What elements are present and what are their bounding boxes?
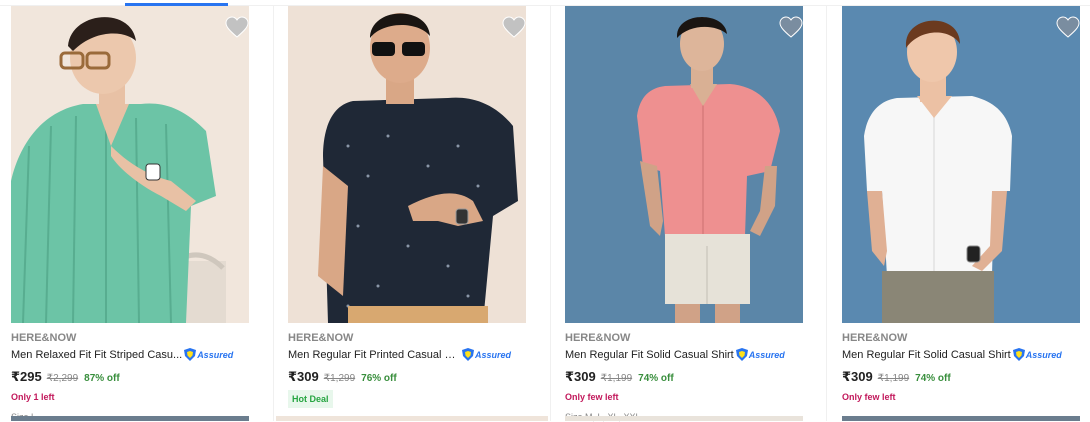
brand-name: HERE&NOW [565,332,631,344]
selling-price: ₹309 [288,369,319,384]
assured-label: Assured [197,349,234,360]
assured-badge: Assured [735,348,785,361]
wishlist-heart-icon[interactable] [779,16,803,40]
stock-status: Only few left [842,392,896,402]
wishlist-heart-icon[interactable] [502,16,526,40]
assured-shield-icon [462,348,474,361]
product-card[interactable]: HERE&NOW Men Relaxed Fit Fit Striped Cas… [11,6,249,422]
product-image[interactable] [11,6,249,323]
selling-price: ₹309 [565,369,596,384]
assured-badge: Assured [1012,348,1062,361]
hot-deal-badge: Hot Deal [288,390,333,408]
card-divider [826,6,827,421]
assured-label: Assured [1025,349,1062,360]
product-card[interactable]: HERE&NOW Men Regular Fit Solid Casual Sh… [565,6,803,422]
product-title-text[interactable]: Men Relaxed Fit Fit Striped Casu... [11,349,182,361]
next-row-image [565,416,803,421]
product-image[interactable] [288,6,526,323]
price-row: ₹309 ₹1,199 74% off [565,369,674,385]
product-image[interactable] [842,6,1080,323]
product-title-text[interactable]: Men Regular Fit Solid Casual Shirt [842,349,1011,361]
product-card[interactable]: HERE&NOW Men Regular Fit Printed Casual … [288,6,526,421]
card-divider [550,6,551,421]
assured-badge: Assured [462,348,511,361]
stock-status: Only few left [565,392,619,402]
price-row: ₹309 ₹1,299 76% off [288,369,397,385]
assured-shield-icon [184,348,197,361]
assured-shield-icon [1012,348,1025,361]
original-price: ₹1,299 [323,373,356,384]
stock-status: Only 1 left [11,392,55,402]
price-row: ₹295 ₹2,299 87% off [11,369,120,385]
selling-price: ₹309 [842,369,873,384]
discount-percent: 87% off [84,373,120,384]
assured-shield-icon [735,348,748,361]
product-title-text[interactable]: Men Regular Fit Printed Casual S... [288,349,460,361]
brand-name: HERE&NOW [11,332,77,344]
product-title[interactable]: Men Regular Fit Solid Casual Shirt Assur… [565,348,785,361]
brand-name: HERE&NOW [288,332,354,344]
product-image[interactable] [565,6,803,323]
discount-percent: 74% off [638,373,674,384]
card-divider [273,6,274,421]
product-title-text[interactable]: Men Regular Fit Solid Casual Shirt [565,349,734,361]
wishlist-heart-icon[interactable] [1056,16,1080,40]
assured-label: Assured [475,349,512,360]
selling-price: ₹295 [11,369,42,384]
price-row: ₹309 ₹1,199 74% off [842,369,951,385]
product-card[interactable]: HERE&NOW Men Regular Fit Solid Casual Sh… [842,6,1080,421]
product-title[interactable]: Men Regular Fit Printed Casual S... Assu… [288,348,511,361]
product-title[interactable]: Men Regular Fit Solid Casual Shirt Assur… [842,348,1062,361]
original-price: ₹2,299 [46,373,79,384]
next-row-image [842,416,1080,421]
product-title[interactable]: Men Relaxed Fit Fit Striped Casu... Assu… [11,348,233,361]
brand-name: HERE&NOW [842,332,908,344]
wishlist-heart-icon[interactable] [225,16,249,40]
next-row-image [11,416,249,421]
original-price: ₹1,199 [877,373,910,384]
discount-percent: 74% off [915,373,951,384]
discount-percent: 76% off [361,373,397,384]
assured-badge: Assured [184,348,233,361]
assured-label: Assured [748,349,785,360]
original-price: ₹1,199 [600,373,633,384]
next-row-image [276,416,548,421]
